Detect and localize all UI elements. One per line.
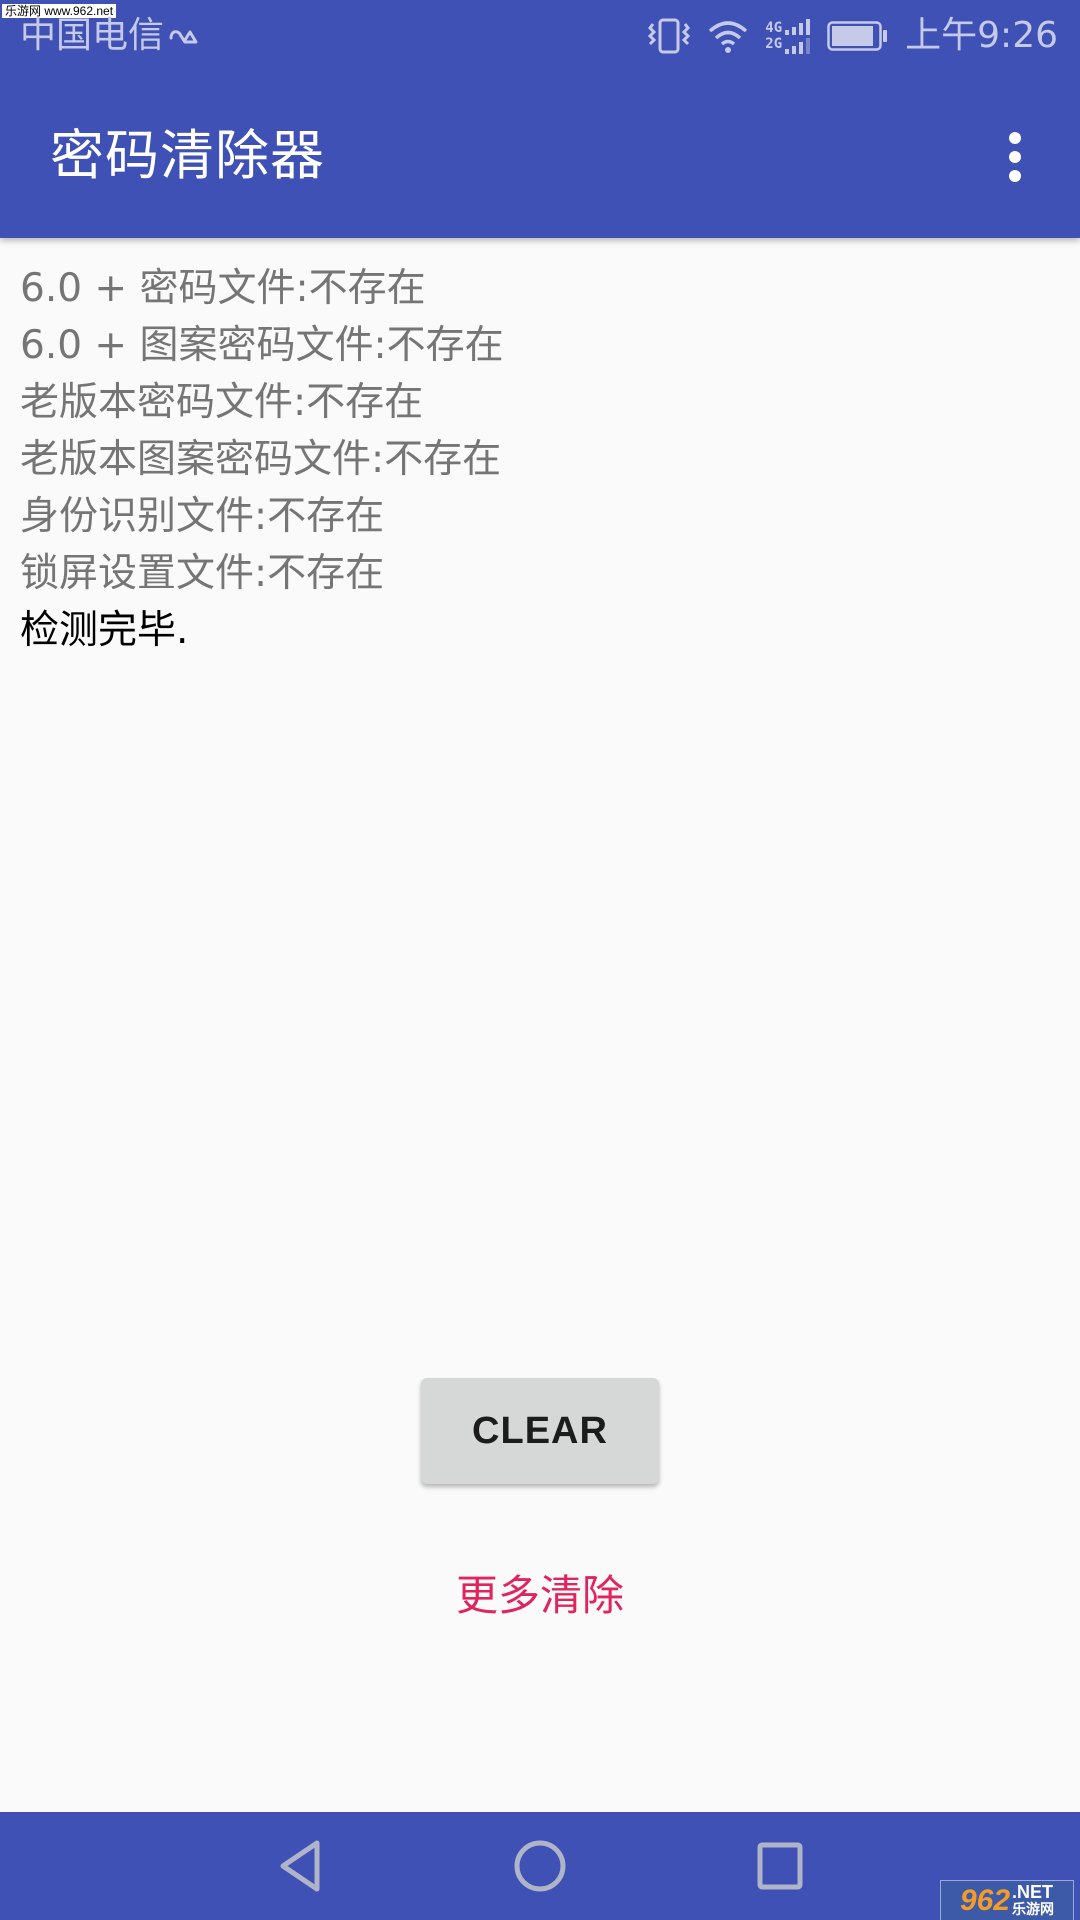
more-vert-icon[interactable] xyxy=(980,122,1050,192)
result-line: 锁屏设置文件:不存在 xyxy=(20,551,385,596)
battery-icon xyxy=(827,21,888,51)
clock: 上午9:26 xyxy=(905,15,1058,56)
clear-button[interactable]: CLEAR xyxy=(421,1378,659,1484)
result-line: 老版本密码文件:不存在 xyxy=(20,380,424,425)
result-line: 身份识别文件:不存在 xyxy=(20,494,385,539)
app-title: 密码清除器 xyxy=(50,124,325,187)
result-line: 6.0 + 图案密码文件:不存在 xyxy=(20,323,504,368)
watermark-logo: 962 .NET 乐游网 xyxy=(940,1880,1074,1920)
recents-button[interactable] xyxy=(735,1830,825,1902)
home-button[interactable] xyxy=(495,1830,585,1902)
network-type: 4G 2G xyxy=(765,20,783,52)
hd-voice-icon xyxy=(169,30,198,44)
more-clear-link[interactable]: 更多清除 xyxy=(0,1568,1080,1624)
vibrate-icon xyxy=(648,18,691,54)
scan-complete-text: 检测完毕. xyxy=(20,608,189,653)
status-icons: 4G 2G 上午9:26 xyxy=(631,12,1058,60)
recents-icon xyxy=(757,1842,803,1890)
result-line: 老版本图案密码文件:不存在 xyxy=(20,437,502,482)
carrier-name: 中国电信 xyxy=(20,15,165,56)
results-log: 6.0 + 密码文件:不存在 6.0 + 图案密码文件:不存在 老版本密码文件:… xyxy=(20,260,1060,659)
back-icon xyxy=(280,1840,320,1892)
back-button[interactable] xyxy=(255,1830,345,1902)
result-line: 6.0 + 密码文件:不存在 xyxy=(20,266,426,311)
navigation-bar xyxy=(0,1812,1080,1920)
toolbar: 密码清除器 xyxy=(0,72,1080,238)
home-icon xyxy=(514,1840,566,1892)
app-header: 乐游网 www.962.net 中国电信 4G 2G 上午9:26 密码清除器 xyxy=(0,0,1080,238)
signal-icon xyxy=(785,19,811,54)
status-bar: 乐游网 www.962.net 中国电信 4G 2G 上午9:26 xyxy=(0,0,1080,72)
wifi-icon xyxy=(709,21,748,53)
